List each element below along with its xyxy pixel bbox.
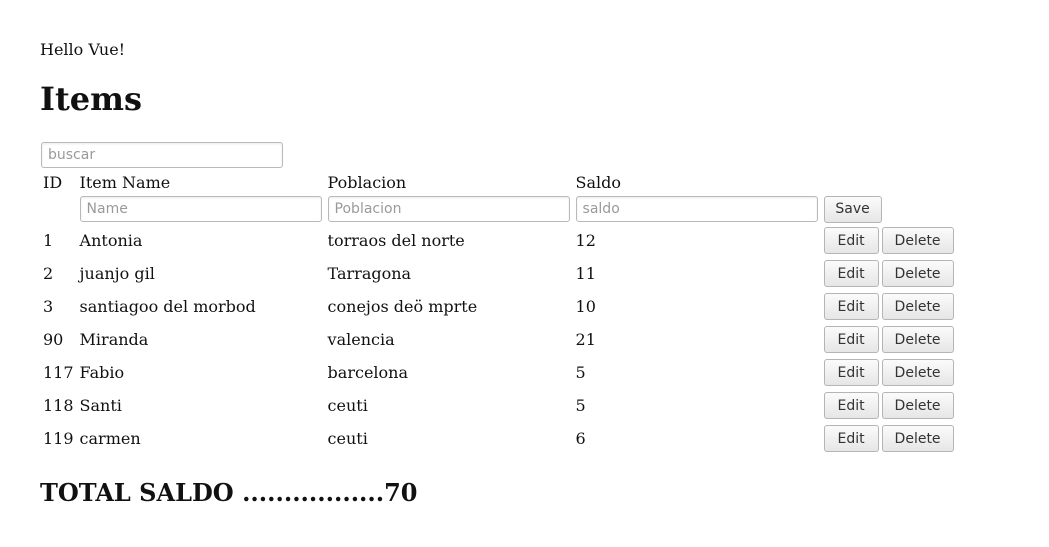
header-id: ID: [43, 172, 63, 192]
edit-button[interactable]: Edit: [823, 260, 879, 287]
new-saldo-input[interactable]: [575, 196, 818, 222]
delete-button[interactable]: Delete: [881, 293, 954, 320]
cell-saldo: 5: [575, 363, 586, 382]
cell-id: 118: [43, 396, 74, 415]
cell-poblacion: conejos deö mprte: [327, 297, 478, 316]
cell-id: 119: [43, 429, 74, 448]
table-row: 90 Miranda valencia 21 Edit Delete: [40, 323, 960, 356]
edit-button[interactable]: Edit: [823, 392, 879, 419]
cell-id: 3: [43, 297, 54, 316]
total-saldo: TOTAL SALDO .................70: [40, 478, 418, 507]
delete-button[interactable]: Delete: [881, 392, 954, 419]
cell-saldo: 21: [575, 330, 596, 349]
page-title: Items: [40, 80, 142, 118]
cell-saldo: 12: [575, 231, 596, 250]
search-input[interactable]: [41, 142, 283, 168]
edit-button[interactable]: Edit: [823, 293, 879, 320]
greeting-text: Hello Vue!: [40, 40, 126, 59]
header-actions: [821, 170, 960, 194]
table-header-row: ID Item Name Poblacion Saldo: [40, 170, 960, 194]
cell-poblacion: ceuti: [327, 429, 368, 448]
cell-saldo: 10: [575, 297, 596, 316]
cell-poblacion: Tarragona: [327, 264, 412, 283]
table-row: 2 juanjo gil Tarragona 11 Edit Delete: [40, 257, 960, 290]
items-table: ID Item Name Poblacion Saldo Save 1 Anton…: [40, 170, 960, 455]
row-actions: Edit Delete: [821, 356, 960, 389]
delete-button[interactable]: Delete: [881, 425, 954, 452]
delete-button[interactable]: Delete: [881, 326, 954, 353]
table-row: 1 Antonia torraos del norte 12 Edit Delete: [40, 224, 960, 257]
new-poblacion-input[interactable]: [327, 196, 570, 222]
header-item-name: Item Name: [79, 172, 171, 192]
cell-item-name: santiagoo del morbod: [79, 297, 256, 316]
cell-poblacion: barcelona: [327, 363, 408, 382]
header-saldo: Saldo: [575, 172, 622, 192]
row-actions: Edit Delete: [821, 224, 960, 257]
row-actions: Edit Delete: [821, 389, 960, 422]
row-actions: Edit Delete: [821, 257, 960, 290]
cell-saldo: 11: [575, 264, 596, 283]
cell-item-name: Antonia: [79, 231, 143, 250]
header-poblacion: Poblacion: [327, 172, 407, 192]
cell-poblacion: ceuti: [327, 396, 368, 415]
cell-item-name: Miranda: [79, 330, 149, 349]
new-item-id-cell: [40, 194, 77, 224]
edit-button[interactable]: Edit: [823, 425, 879, 452]
cell-item-name: Santi: [79, 396, 122, 415]
edit-button[interactable]: Edit: [823, 359, 879, 386]
cell-poblacion: torraos del norte: [327, 231, 465, 250]
cell-item-name: juanjo gil: [79, 264, 155, 283]
table-row: 118 Santi ceuti 5 Edit Delete: [40, 389, 960, 422]
new-item-row: Save: [40, 194, 960, 224]
delete-button[interactable]: Delete: [881, 227, 954, 254]
cell-poblacion: valencia: [327, 330, 395, 349]
cell-id: 1: [43, 231, 54, 250]
table-row: 117 Fabio barcelona 5 Edit Delete: [40, 356, 960, 389]
edit-button[interactable]: Edit: [823, 227, 879, 254]
row-actions: Edit Delete: [821, 290, 960, 323]
cell-saldo: 6: [575, 429, 586, 448]
cell-item-name: Fabio: [79, 363, 125, 382]
row-actions: Edit Delete: [821, 422, 960, 455]
cell-id: 2: [43, 264, 54, 283]
cell-id: 90: [43, 330, 64, 349]
delete-button[interactable]: Delete: [881, 359, 954, 386]
table-row: 3 santiagoo del morbod conejos deö mprte 10…: [40, 290, 960, 323]
delete-button[interactable]: Delete: [881, 260, 954, 287]
save-button[interactable]: Save: [823, 195, 882, 223]
row-actions: Edit Delete: [821, 323, 960, 356]
edit-button[interactable]: Edit: [823, 326, 879, 353]
cell-saldo: 5: [575, 396, 586, 415]
cell-id: 117: [43, 363, 74, 382]
cell-item-name: carmen: [79, 429, 141, 448]
new-name-input[interactable]: [79, 196, 322, 222]
table-row: 119 carmen ceuti 6 Edit Delete: [40, 422, 960, 455]
